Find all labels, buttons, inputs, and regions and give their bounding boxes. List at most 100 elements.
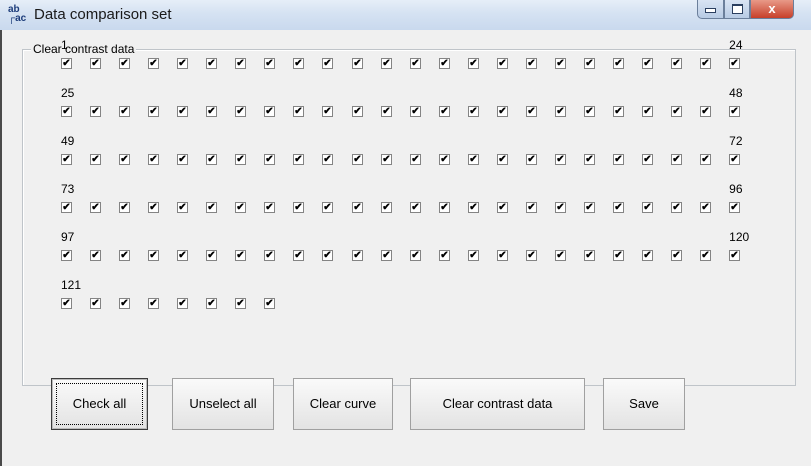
data-checkbox[interactable]: ✔ (61, 58, 72, 69)
data-checkbox[interactable]: ✔ (729, 250, 740, 261)
data-checkbox[interactable]: ✔ (206, 58, 217, 69)
data-checkbox[interactable]: ✔ (410, 106, 421, 117)
data-checkbox[interactable]: ✔ (526, 202, 537, 213)
data-checkbox[interactable]: ✔ (584, 106, 595, 117)
data-checkbox[interactable]: ✔ (177, 154, 188, 165)
data-checkbox[interactable]: ✔ (119, 58, 130, 69)
data-checkbox[interactable]: ✔ (381, 106, 392, 117)
data-checkbox[interactable]: ✔ (352, 58, 363, 69)
data-checkbox[interactable]: ✔ (352, 106, 363, 117)
data-checkbox[interactable]: ✔ (642, 58, 653, 69)
data-checkbox[interactable]: ✔ (119, 202, 130, 213)
data-checkbox[interactable]: ✔ (206, 154, 217, 165)
data-checkbox[interactable]: ✔ (235, 202, 246, 213)
data-checkbox[interactable]: ✔ (235, 106, 246, 117)
data-checkbox[interactable]: ✔ (90, 106, 101, 117)
close-button[interactable]: x (750, 0, 794, 19)
save-button[interactable]: Save (603, 378, 685, 430)
data-checkbox[interactable]: ✔ (613, 202, 624, 213)
data-checkbox[interactable]: ✔ (410, 202, 421, 213)
data-checkbox[interactable]: ✔ (206, 202, 217, 213)
data-checkbox[interactable]: ✔ (497, 202, 508, 213)
data-checkbox[interactable]: ✔ (264, 58, 275, 69)
data-checkbox[interactable]: ✔ (526, 106, 537, 117)
data-checkbox[interactable]: ✔ (555, 250, 566, 261)
data-checkbox[interactable]: ✔ (468, 58, 479, 69)
data-checkbox[interactable]: ✔ (206, 250, 217, 261)
data-checkbox[interactable]: ✔ (352, 250, 363, 261)
data-checkbox[interactable]: ✔ (235, 250, 246, 261)
data-checkbox[interactable]: ✔ (177, 58, 188, 69)
data-checkbox[interactable]: ✔ (90, 250, 101, 261)
data-checkbox[interactable]: ✔ (177, 250, 188, 261)
data-checkbox[interactable]: ✔ (61, 154, 72, 165)
data-checkbox[interactable]: ✔ (468, 154, 479, 165)
data-checkbox[interactable]: ✔ (90, 58, 101, 69)
data-checkbox[interactable]: ✔ (119, 154, 130, 165)
data-checkbox[interactable]: ✔ (729, 58, 740, 69)
unselect-all-button[interactable]: Unselect all (172, 378, 274, 430)
data-checkbox[interactable]: ✔ (497, 250, 508, 261)
data-checkbox[interactable]: ✔ (671, 202, 682, 213)
data-checkbox[interactable]: ✔ (264, 106, 275, 117)
data-checkbox[interactable]: ✔ (293, 202, 304, 213)
data-checkbox[interactable]: ✔ (410, 250, 421, 261)
data-checkbox[interactable]: ✔ (555, 58, 566, 69)
data-checkbox[interactable]: ✔ (148, 58, 159, 69)
data-checkbox[interactable]: ✔ (439, 154, 450, 165)
data-checkbox[interactable]: ✔ (671, 106, 682, 117)
data-checkbox[interactable]: ✔ (584, 154, 595, 165)
data-checkbox[interactable]: ✔ (526, 250, 537, 261)
clear-contrast-data-button[interactable]: Clear contrast data (410, 378, 585, 430)
data-checkbox[interactable]: ✔ (410, 154, 421, 165)
data-checkbox[interactable]: ✔ (613, 154, 624, 165)
data-checkbox[interactable]: ✔ (235, 58, 246, 69)
data-checkbox[interactable]: ✔ (700, 106, 711, 117)
data-checkbox[interactable]: ✔ (497, 154, 508, 165)
data-checkbox[interactable]: ✔ (322, 154, 333, 165)
data-checkbox[interactable]: ✔ (61, 202, 72, 213)
data-checkbox[interactable]: ✔ (526, 154, 537, 165)
data-checkbox[interactable]: ✔ (177, 202, 188, 213)
data-checkbox[interactable]: ✔ (700, 58, 711, 69)
data-checkbox[interactable]: ✔ (264, 298, 275, 309)
data-checkbox[interactable]: ✔ (206, 298, 217, 309)
data-checkbox[interactable]: ✔ (148, 202, 159, 213)
data-checkbox[interactable]: ✔ (119, 106, 130, 117)
data-checkbox[interactable]: ✔ (90, 202, 101, 213)
data-checkbox[interactable]: ✔ (322, 250, 333, 261)
data-checkbox[interactable]: ✔ (148, 298, 159, 309)
data-checkbox[interactable]: ✔ (235, 298, 246, 309)
data-checkbox[interactable]: ✔ (555, 202, 566, 213)
data-checkbox[interactable]: ✔ (352, 202, 363, 213)
data-checkbox[interactable]: ✔ (119, 298, 130, 309)
minimize-button[interactable] (697, 0, 724, 19)
data-checkbox[interactable]: ✔ (235, 154, 246, 165)
data-checkbox[interactable]: ✔ (61, 298, 72, 309)
data-checkbox[interactable]: ✔ (322, 58, 333, 69)
data-checkbox[interactable]: ✔ (671, 58, 682, 69)
data-checkbox[interactable]: ✔ (177, 106, 188, 117)
data-checkbox[interactable]: ✔ (642, 250, 653, 261)
data-checkbox[interactable]: ✔ (468, 202, 479, 213)
data-checkbox[interactable]: ✔ (613, 58, 624, 69)
data-checkbox[interactable]: ✔ (729, 106, 740, 117)
data-checkbox[interactable]: ✔ (700, 154, 711, 165)
data-checkbox[interactable]: ✔ (293, 154, 304, 165)
data-checkbox[interactable]: ✔ (729, 154, 740, 165)
data-checkbox[interactable]: ✔ (642, 106, 653, 117)
data-checkbox[interactable]: ✔ (729, 202, 740, 213)
data-checkbox[interactable]: ✔ (381, 58, 392, 69)
data-checkbox[interactable]: ✔ (90, 154, 101, 165)
data-checkbox[interactable]: ✔ (177, 298, 188, 309)
check-all-button[interactable]: Check all (51, 378, 148, 430)
data-checkbox[interactable]: ✔ (613, 250, 624, 261)
data-checkbox[interactable]: ✔ (700, 202, 711, 213)
data-checkbox[interactable]: ✔ (613, 106, 624, 117)
data-checkbox[interactable]: ✔ (439, 250, 450, 261)
data-checkbox[interactable]: ✔ (555, 154, 566, 165)
data-checkbox[interactable]: ✔ (264, 250, 275, 261)
data-checkbox[interactable]: ✔ (468, 106, 479, 117)
data-checkbox[interactable]: ✔ (642, 154, 653, 165)
data-checkbox[interactable]: ✔ (439, 58, 450, 69)
